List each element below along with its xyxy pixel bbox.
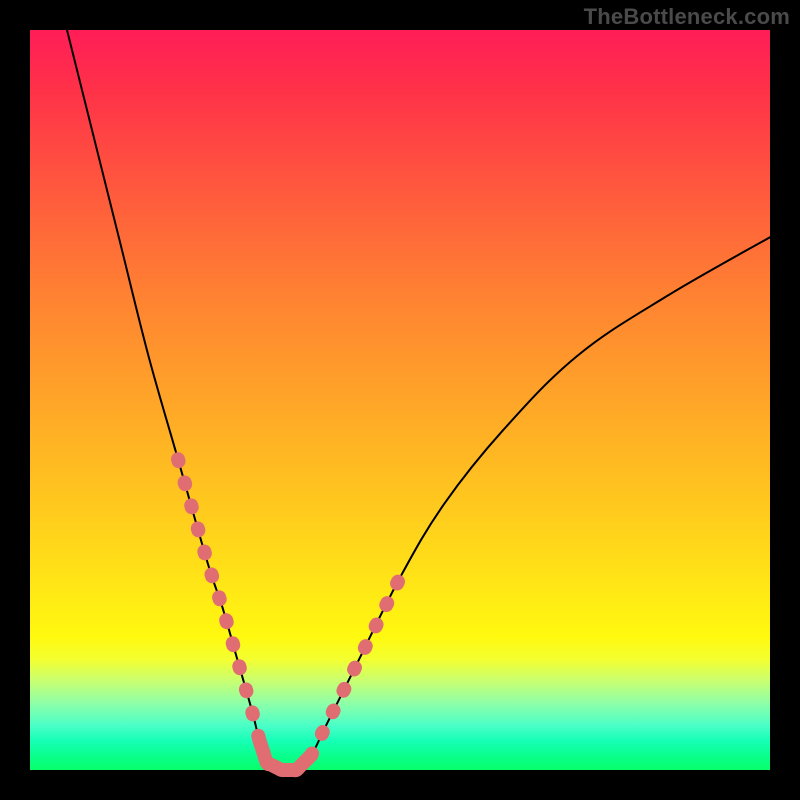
chart-frame: TheBottleneck.com <box>0 0 800 800</box>
curve-layer <box>30 30 770 770</box>
bottleneck-curve <box>67 30 770 772</box>
highlight-floor <box>259 740 311 770</box>
plot-area <box>30 30 770 770</box>
watermark-text: TheBottleneck.com <box>584 4 790 30</box>
highlight-dots-right <box>311 578 400 756</box>
highlight-dots-left <box>178 459 259 740</box>
